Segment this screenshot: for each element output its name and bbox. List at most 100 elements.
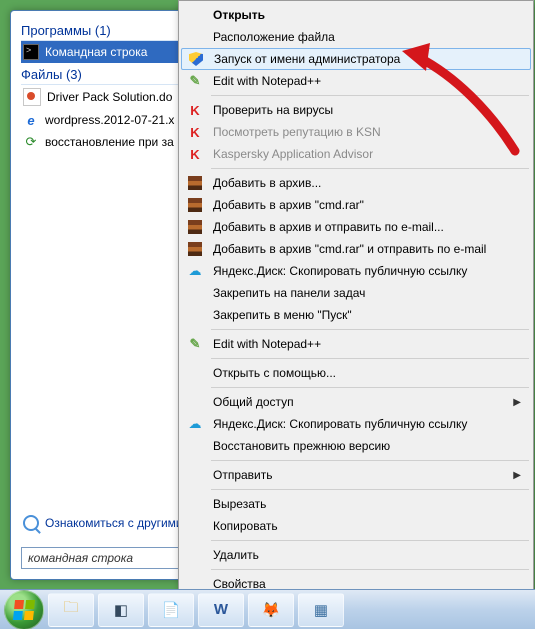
windows-logo-icon bbox=[13, 600, 35, 620]
menu-edit-npp-1[interactable]: ✎ Edit with Notepad++ bbox=[181, 70, 531, 92]
menu-add-cmd-email-label: Добавить в архив "cmd.rar" и отправить п… bbox=[213, 242, 486, 256]
menu-edit-npp-2[interactable]: ✎ Edit with Notepad++ bbox=[181, 333, 531, 355]
programs-label: Программы bbox=[21, 23, 91, 38]
menu-edit-npp-2-label: Edit with Notepad++ bbox=[213, 337, 321, 351]
submenu-arrow-icon: ▶ bbox=[513, 470, 521, 481]
cmd-icon bbox=[23, 44, 39, 60]
menu-copy[interactable]: Копировать bbox=[181, 515, 531, 537]
result-wordpress-label: wordpress.2012-07-21.x bbox=[45, 113, 174, 127]
winrar-icon bbox=[185, 241, 205, 257]
kaspersky-icon: K bbox=[185, 146, 205, 162]
menu-pin-taskbar[interactable]: Закрепить на панели задач bbox=[181, 282, 531, 304]
app-icon: ▦ bbox=[314, 601, 328, 619]
blank-icon bbox=[185, 394, 205, 410]
menu-delete[interactable]: Удалить bbox=[181, 544, 531, 566]
menu-pin-start[interactable]: Закрепить в меню "Пуск" bbox=[181, 304, 531, 326]
menu-copy-label: Копировать bbox=[213, 519, 278, 533]
blank-icon bbox=[185, 285, 205, 301]
blank-icon bbox=[185, 438, 205, 454]
menu-open-with-label: Открыть с помощью... bbox=[213, 366, 336, 380]
menu-cut[interactable]: Вырезать bbox=[181, 493, 531, 515]
menu-share-label: Общий доступ bbox=[213, 395, 294, 409]
firefox-icon: 🦊 bbox=[262, 601, 281, 619]
search-icon bbox=[23, 515, 39, 531]
taskbar-firefox[interactable]: 🦊 bbox=[248, 593, 294, 627]
menu-yadisk-2[interactable]: ☁ Яндекс.Диск: Скопировать публичную ссы… bbox=[181, 413, 531, 435]
ie-icon: e bbox=[23, 112, 39, 128]
blank-icon bbox=[185, 7, 205, 23]
menu-add-archive[interactable]: Добавить в архив... bbox=[181, 172, 531, 194]
app-icon: ◧ bbox=[114, 601, 128, 619]
menu-pin-start-label: Закрепить в меню "Пуск" bbox=[213, 308, 352, 322]
menu-open-label: Открыть bbox=[213, 8, 265, 22]
menu-separator bbox=[211, 540, 529, 541]
folder-icon: 🗀 bbox=[63, 597, 78, 622]
notepadpp-icon: ✎ bbox=[185, 336, 205, 352]
menu-share[interactable]: Общий доступ ▶ bbox=[181, 391, 531, 413]
menu-kaspersky-advisor[interactable]: K Kaspersky Application Advisor bbox=[181, 143, 531, 165]
result-restore-label: восстановление при за bbox=[45, 135, 174, 149]
menu-open[interactable]: Открыть bbox=[181, 4, 531, 26]
menu-yadisk-1[interactable]: ☁ Яндекс.Диск: Скопировать публичную ссы… bbox=[181, 260, 531, 282]
menu-add-email-label: Добавить в архив и отправить по e-mail..… bbox=[213, 220, 444, 234]
menu-edit-npp-1-label: Edit with Notepad++ bbox=[213, 74, 321, 88]
menu-send-to[interactable]: Отправить ▶ bbox=[181, 464, 531, 486]
taskbar: 🗀 ◧ 📄 W 🦊 ▦ bbox=[0, 589, 535, 629]
shield-icon bbox=[186, 51, 206, 67]
menu-add-cmd-email[interactable]: Добавить в архив "cmd.rar" и отправить п… bbox=[181, 238, 531, 260]
menu-separator bbox=[211, 569, 529, 570]
blank-icon bbox=[185, 365, 205, 381]
winrar-icon bbox=[185, 175, 205, 191]
context-menu: Открыть Расположение файла Запуск от име… bbox=[178, 0, 534, 599]
submenu-arrow-icon: ▶ bbox=[513, 397, 521, 408]
menu-file-location-label: Расположение файла bbox=[213, 30, 335, 44]
winrar-icon bbox=[185, 219, 205, 235]
menu-add-archive-label: Добавить в архив... bbox=[213, 176, 321, 190]
menu-run-as-admin[interactable]: Запуск от имени администратора bbox=[181, 48, 531, 70]
sync-icon: ⟳ bbox=[23, 134, 39, 150]
menu-ksn[interactable]: K Посмотреть репутацию в KSN bbox=[181, 121, 531, 143]
menu-add-archive-cmd[interactable]: Добавить в архив "cmd.rar" bbox=[181, 194, 531, 216]
see-more-label: Ознакомиться с другими bbox=[45, 516, 183, 530]
blank-icon bbox=[185, 547, 205, 563]
menu-delete-label: Удалить bbox=[213, 548, 259, 562]
kaspersky-icon: K bbox=[185, 102, 205, 118]
yandex-disk-icon: ☁ bbox=[185, 416, 205, 432]
menu-separator bbox=[211, 329, 529, 330]
taskbar-notepad[interactable]: 📄 bbox=[148, 593, 194, 627]
exe-icon bbox=[23, 88, 41, 106]
taskbar-word[interactable]: W bbox=[198, 593, 244, 627]
menu-scan-label: Проверить на вирусы bbox=[213, 103, 333, 117]
menu-separator bbox=[211, 168, 529, 169]
menu-separator bbox=[211, 489, 529, 490]
menu-add-archive-cmd-label: Добавить в архив "cmd.rar" bbox=[213, 198, 364, 212]
menu-yadisk-1-label: Яндекс.Диск: Скопировать публичную ссылк… bbox=[213, 264, 467, 278]
menu-yadisk-2-label: Яндекс.Диск: Скопировать публичную ссылк… bbox=[213, 417, 467, 431]
menu-file-location[interactable]: Расположение файла bbox=[181, 26, 531, 48]
menu-ksn-label: Посмотреть репутацию в KSN bbox=[213, 125, 381, 139]
menu-scan[interactable]: K Проверить на вирусы bbox=[181, 99, 531, 121]
word-icon: W bbox=[214, 601, 228, 618]
files-count: (3) bbox=[66, 67, 82, 82]
taskbar-app-2[interactable]: ▦ bbox=[298, 593, 344, 627]
yandex-disk-icon: ☁ bbox=[185, 263, 205, 279]
files-label: Файлы bbox=[21, 67, 62, 82]
blank-icon bbox=[185, 467, 205, 483]
see-more-results[interactable]: Ознакомиться с другими bbox=[23, 515, 183, 531]
notepadpp-icon: ✎ bbox=[185, 73, 205, 89]
start-button[interactable] bbox=[4, 590, 44, 629]
menu-separator bbox=[211, 460, 529, 461]
taskbar-explorer[interactable]: 🗀 bbox=[48, 593, 94, 627]
menu-separator bbox=[211, 358, 529, 359]
menu-restore-prev[interactable]: Восстановить прежнюю версию bbox=[181, 435, 531, 457]
menu-kaspersky-advisor-label: Kaspersky Application Advisor bbox=[213, 147, 373, 161]
kaspersky-icon: K bbox=[185, 124, 205, 140]
result-driverpack-label: Driver Pack Solution.do bbox=[47, 90, 172, 104]
menu-run-as-admin-label: Запуск от имени администратора bbox=[214, 52, 400, 66]
taskbar-app-1[interactable]: ◧ bbox=[98, 593, 144, 627]
menu-open-with[interactable]: Открыть с помощью... bbox=[181, 362, 531, 384]
blank-icon bbox=[185, 29, 205, 45]
result-cmd-label: Командная строка bbox=[45, 45, 147, 59]
menu-add-email[interactable]: Добавить в архив и отправить по e-mail..… bbox=[181, 216, 531, 238]
menu-send-to-label: Отправить bbox=[213, 468, 273, 482]
